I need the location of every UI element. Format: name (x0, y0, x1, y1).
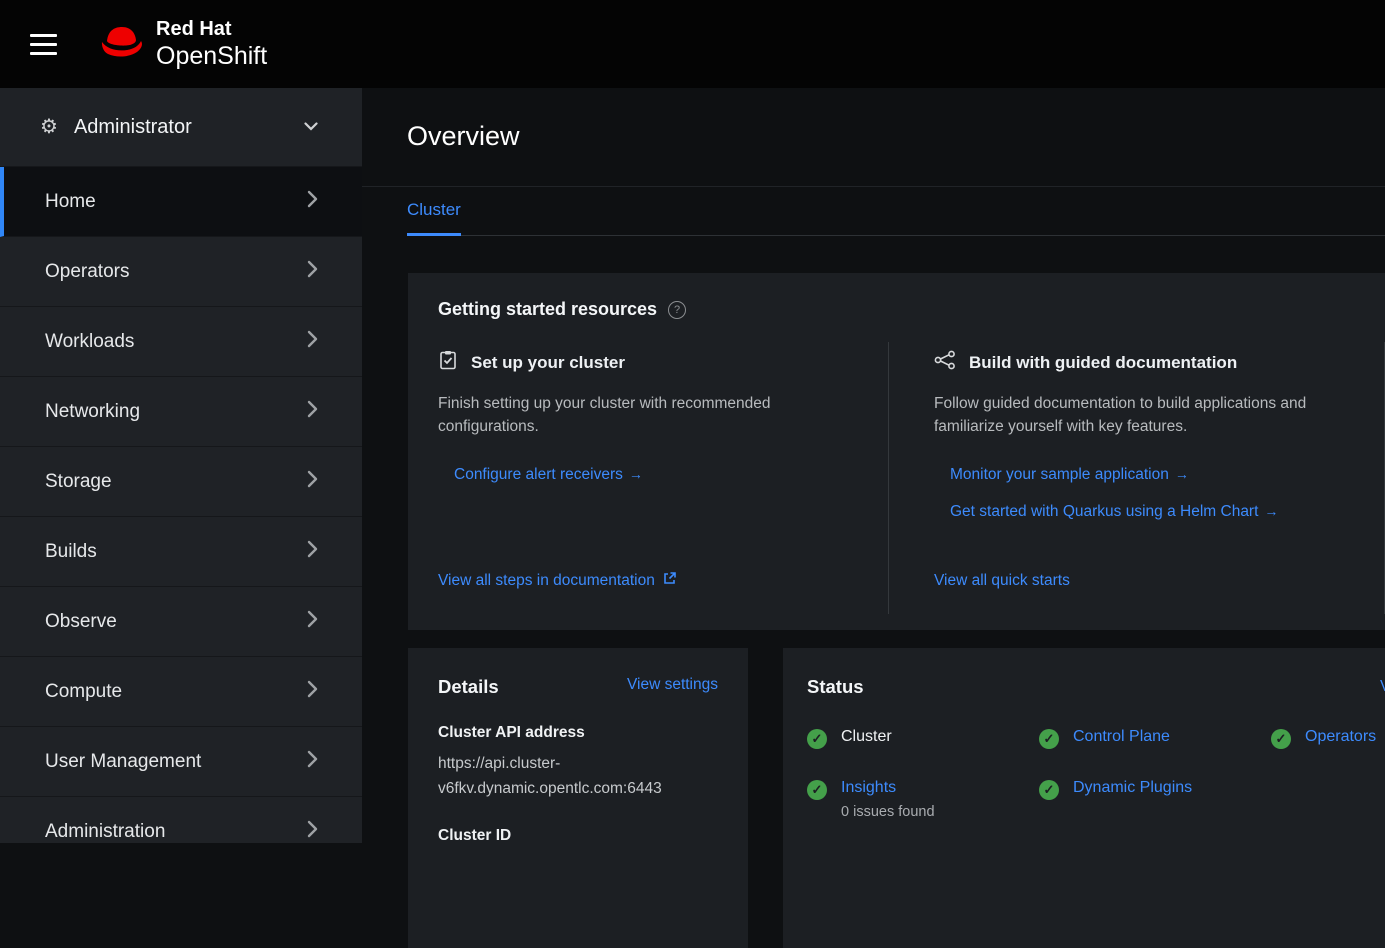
header-divider (362, 186, 1385, 187)
sidebar-nav: ⚙ Administrator Home Operators Workloads… (0, 88, 362, 843)
status-label: Cluster (841, 728, 892, 746)
sidebar-item-storage[interactable]: Storage (0, 447, 362, 517)
sidebar-item-label: Administration (45, 821, 165, 843)
checklist-icon (438, 350, 458, 375)
check-circle-icon: ✓ (1271, 729, 1291, 749)
guided-docs-heading: Build with guided documentation (969, 353, 1237, 373)
sidebar-item-home[interactable]: Home (0, 167, 362, 237)
getting-started-title: Getting started resources (438, 299, 657, 320)
chevron-right-icon (307, 820, 318, 844)
check-circle-icon: ✓ (807, 780, 827, 800)
dynamic-plugins-link[interactable]: Dynamic Plugins (1073, 779, 1192, 797)
sidebar-item-label: Compute (45, 681, 122, 703)
status-item-insights: ✓ Insights 0 issues found (807, 779, 1039, 820)
check-circle-icon: ✓ (807, 729, 827, 749)
arrow-right-icon: → (1175, 466, 1189, 482)
chevron-right-icon (307, 260, 318, 284)
chevron-right-icon (307, 680, 318, 704)
getting-started-column-setup: Set up your cluster Finish setting up yo… (408, 342, 888, 614)
sidebar-item-label: Operators (45, 261, 129, 283)
insights-issues-count: 0 issues found (841, 804, 935, 820)
view-all-steps-link[interactable]: View all steps in documentation (438, 572, 655, 590)
sidebar-item-networking[interactable]: Networking (0, 377, 362, 447)
chevron-right-icon (307, 190, 318, 214)
sidebar-item-label: Storage (45, 471, 112, 493)
sidebar-item-administration[interactable]: Administration (0, 797, 362, 843)
chevron-right-icon (307, 330, 318, 354)
check-circle-icon: ✓ (1039, 780, 1059, 800)
check-circle-icon: ✓ (1039, 729, 1059, 749)
cluster-api-address-value: https://api.cluster-v6fkv.dynamic.opentl… (438, 751, 714, 801)
perspective-switcher[interactable]: ⚙ Administrator (0, 88, 362, 167)
sidebar-item-user-management[interactable]: User Management (0, 727, 362, 797)
brand-product: OpenShift (156, 43, 267, 69)
main-content: Overview Cluster Getting started resourc… (362, 88, 1385, 843)
status-grid: ✓ Cluster ✓ Control Plane ✓ Operators ✓ … (807, 728, 1385, 820)
chevron-right-icon (307, 750, 318, 774)
view-all-quick-starts-link[interactable]: View all quick starts (934, 572, 1070, 590)
sidebar-item-compute[interactable]: Compute (0, 657, 362, 727)
sidebar-item-label: Networking (45, 401, 140, 423)
help-icon[interactable]: ? (668, 301, 686, 319)
redhat-fedora-icon (99, 25, 145, 64)
tab-cluster[interactable]: Cluster (407, 200, 461, 236)
perspective-label: Administrator (74, 116, 304, 139)
operators-link[interactable]: Operators (1305, 728, 1376, 746)
status-item-operators: ✓ Operators (1271, 728, 1385, 749)
getting-started-card: Getting started resources ? Set up your … (408, 273, 1385, 630)
sidebar-item-observe[interactable]: Observe (0, 587, 362, 657)
details-title: Details (438, 676, 499, 698)
sidebar-item-label: Home (45, 191, 96, 213)
sidebar-item-label: Observe (45, 611, 117, 633)
status-item-cluster: ✓ Cluster (807, 728, 1039, 749)
setup-cluster-description: Finish setting up your cluster with reco… (438, 392, 858, 439)
sidebar-item-label: Workloads (45, 331, 134, 353)
setup-cluster-heading: Set up your cluster (471, 353, 625, 373)
sidebar-item-builds[interactable]: Builds (0, 517, 362, 587)
arrow-right-icon: → (1264, 503, 1278, 519)
guided-docs-icon (934, 350, 956, 375)
gear-icon: ⚙ (40, 117, 58, 137)
details-card: Details View settings Cluster API addres… (408, 648, 748, 948)
sidebar-item-label: Builds (45, 541, 97, 563)
tab-bar: Cluster (407, 200, 1385, 236)
view-settings-link[interactable]: View settings (627, 676, 718, 694)
menu-toggle-icon[interactable] (30, 34, 57, 55)
cluster-api-address-label: Cluster API address (438, 724, 718, 742)
sidebar-item-label: User Management (45, 751, 201, 773)
status-item-control-plane: ✓ Control Plane (1039, 728, 1271, 749)
status-item-dynamic-plugins: ✓ Dynamic Plugins (1039, 779, 1271, 820)
brand-logo: Red Hat OpenShift (99, 19, 267, 69)
getting-started-column-guided-docs: Build with guided documentation Follow g… (888, 342, 1384, 614)
chevron-right-icon (307, 470, 318, 494)
sidebar-item-workloads[interactable]: Workloads (0, 307, 362, 377)
chevron-right-icon (307, 540, 318, 564)
status-title: Status (807, 676, 864, 698)
page-title: Overview (407, 121, 520, 152)
control-plane-link[interactable]: Control Plane (1073, 728, 1170, 746)
chevron-right-icon (307, 400, 318, 424)
sidebar-item-operators[interactable]: Operators (0, 237, 362, 307)
status-card: Status View alerts ✓ Cluster ✓ Control P… (783, 648, 1385, 948)
insights-link[interactable]: Insights (841, 779, 896, 796)
guided-docs-description: Follow guided documentation to build app… (934, 392, 1354, 439)
arrow-right-icon: → (629, 466, 643, 482)
chevron-right-icon (307, 610, 318, 634)
view-alerts-link[interactable]: View alerts (1380, 678, 1385, 696)
external-link-icon (663, 572, 676, 590)
brand-name: Red Hat (156, 19, 267, 40)
quarkus-helm-chart-link[interactable]: Get started with Quarkus using a Helm Ch… (950, 503, 1258, 520)
caret-down-icon (304, 118, 318, 136)
monitor-sample-app-link[interactable]: Monitor your sample application (950, 466, 1169, 483)
masthead: Red Hat OpenShift (0, 0, 1385, 88)
configure-alert-receivers-link[interactable]: Configure alert receivers (454, 466, 623, 483)
